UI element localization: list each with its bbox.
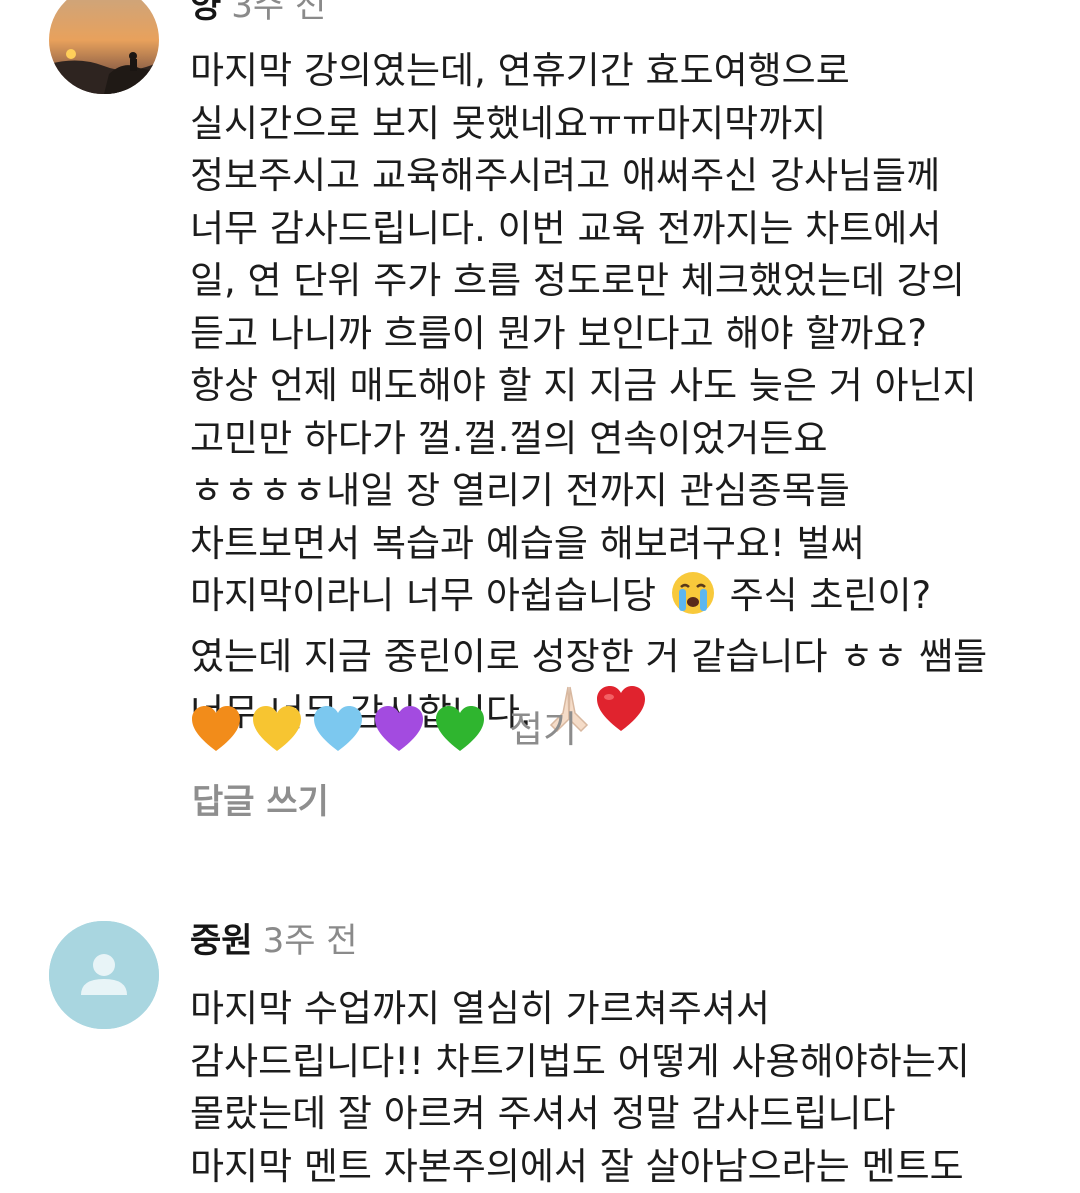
- reply-button[interactable]: 답글 쓰기: [192, 774, 329, 823]
- heart-emoji-row: 접기: [190, 702, 577, 758]
- comment-item: 중원 3주 전 마지막 수업까지 열심히 가르쳐주셔서 감사드립니다!! 차트기법…: [0, 905, 1080, 1188]
- comment-timestamp: 3주 전: [231, 0, 327, 26]
- purple-heart-icon: [373, 705, 429, 755]
- collapse-button[interactable]: 접기: [509, 702, 577, 758]
- comment-timestamp: 3주 전: [262, 921, 358, 961]
- comment-text-part-1: 마지막 강의였는데, 연휴기간 효도여행으로 실시간으로 보지 못했네요ㅠㅠ마지…: [190, 49, 989, 617]
- green-heart-icon: [434, 705, 490, 755]
- sunset-photo-icon: [49, 0, 159, 94]
- comment-body: 마지막 강의였는데, 연휴기간 효도여행으로 실시간으로 보지 못했네요ㅠㅠ마지…: [190, 45, 990, 748]
- yellow-heart-icon: [251, 705, 307, 755]
- orange-heart-icon: [190, 705, 246, 755]
- author-name[interactable]: 중원: [190, 921, 253, 961]
- comment-item: 양 3주 전 마지막 강의였는데, 연휴기간 효도여행으로 실시간으로 보지 못했…: [0, 0, 1080, 860]
- author-name[interactable]: 양: [190, 0, 221, 26]
- crying-face-icon: [668, 570, 718, 631]
- comment-body: 마지막 수업까지 열심히 가르쳐주셔서 감사드립니다!! 차트기법도 어떻게 사…: [190, 987, 982, 1188]
- avatar[interactable]: [49, 921, 159, 1029]
- red-heart-icon: [595, 685, 647, 748]
- default-user-icon: [49, 921, 159, 1029]
- avatar[interactable]: [49, 0, 159, 94]
- light-blue-heart-icon: [312, 705, 368, 755]
- comment-header: 양 3주 전: [190, 0, 326, 26]
- comment-header: 중원 3주 전: [190, 921, 358, 961]
